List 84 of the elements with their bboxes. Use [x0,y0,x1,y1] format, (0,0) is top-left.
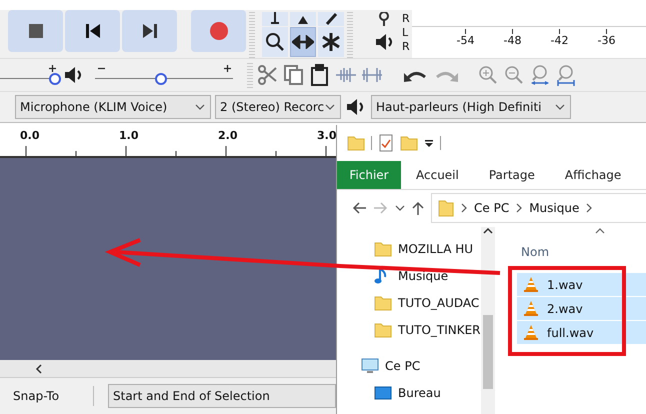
ruler-label: 1.0 [119,129,138,142]
volume-slider[interactable] [95,64,233,86]
folder-icon [374,294,392,312]
sort-caret-icon[interactable] [595,227,605,235]
column-header[interactable]: Nom [521,245,550,259]
caret-icon [195,103,205,111]
channel-label: R [402,40,411,54]
zoom-in-icon [477,64,499,86]
nav-item[interactable]: Musique [337,262,481,289]
asterisk-tool[interactable] [318,27,344,57]
microphone-icon[interactable] [376,12,392,26]
double-arrow-tool[interactable] [290,27,316,57]
volume-slider[interactable] [0,64,58,86]
chevron-icon [585,203,594,213]
skip-to-start-button[interactable] [65,10,120,52]
breadcrumb[interactable]: Ce PC [474,201,510,215]
traffic-cone-icon [523,324,539,341]
fit-project-icon [555,64,577,86]
checklist-icon[interactable] [378,134,394,152]
caret-icon [555,103,565,111]
meter-tick-label: -42 [550,34,568,47]
plus-icon [224,65,231,72]
record-icon [208,21,228,41]
clipboard-icon [309,64,331,86]
pencil-icon[interactable] [324,12,338,26]
ruler-label: 0.0 [20,129,40,142]
slider-thumb[interactable] [49,73,62,85]
caret-icon[interactable] [395,204,405,212]
selection-mode-dropdown[interactable]: Start and End of Selection [108,384,336,408]
zoom-tool[interactable] [262,27,288,57]
back-arrow-icon[interactable] [351,201,367,215]
up-arrow-icon[interactable] [411,200,425,216]
channel-label: R [402,12,410,26]
nav-item[interactable]: MOZILLA HU [337,235,481,262]
folder-icon [438,199,454,217]
scissors-icon [257,64,279,86]
scrollbar-thumb[interactable] [483,315,493,389]
device-dropdown[interactable]: Haut-parleurs (High Definiti [371,95,571,119]
chevron-icon [515,203,524,213]
ruler-label: 2.0 [218,129,238,142]
nav-item[interactable]: Bureau [337,379,481,406]
file-menu-tab[interactable]: Fichier [337,161,401,189]
caret-icon [325,103,335,111]
speaker-icon[interactable] [374,32,394,52]
dropdown-arrow-icon[interactable] [424,138,434,148]
snap-to-label: Snap-To [13,386,94,406]
double-arrow-icon [292,35,314,49]
fit-selection-icon [529,64,551,86]
nav-item[interactable]: Ce PC [337,352,481,379]
plus-icon [49,65,56,72]
desktop-icon [374,384,392,402]
ruler-label: 3.0 [317,129,336,142]
asterisk-icon [321,32,341,52]
stop-button[interactable] [8,10,63,52]
file-row[interactable]: 1.wav [517,273,646,297]
monitor-icon [361,356,379,374]
address-bar[interactable]: Ce PC Musique [431,193,646,223]
up-caret-icon[interactable] [483,227,493,235]
breadcrumb[interactable]: Musique [529,201,580,215]
minus-icon [98,65,105,72]
nav-item[interactable]: TUTO_AUDAC [337,289,481,316]
skip-to-end-button[interactable] [122,10,177,52]
horizontal-scrollbar[interactable] [0,360,336,378]
file-row[interactable]: full.wav [517,321,646,345]
record-button[interactable] [191,10,246,52]
folder-icon [374,240,392,258]
traffic-cone-icon [523,276,539,293]
device-dropdown[interactable]: Microphone (KLIM Voice) [15,95,211,119]
folder-icon [374,320,392,338]
meter-tick-label: -36 [598,34,616,47]
channel-label: L [402,26,410,40]
meter-tick-label: -48 [504,34,522,47]
traffic-cone-icon [523,300,539,317]
copy-icon [283,64,305,86]
nav-item[interactable]: TUTO_TINKER [337,316,481,343]
zoom-out-icon [503,64,525,86]
chevron-icon [460,203,468,213]
slider-thumb[interactable] [155,73,168,85]
zoom-icon [265,32,285,52]
file-row[interactable]: 2.wav [517,297,646,321]
meter-tick-label: -54 [456,34,474,47]
vertical-scrollbar[interactable] [481,227,495,414]
i-beam-icon[interactable] [268,12,282,26]
device-dropdown[interactable]: 2 (Stereo) Recorc [215,95,341,119]
